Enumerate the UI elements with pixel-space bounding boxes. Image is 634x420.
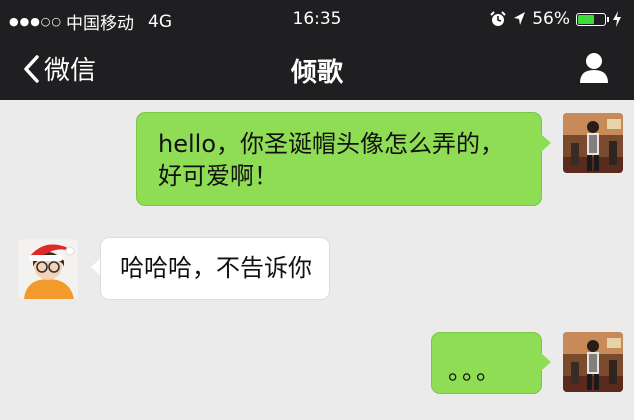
my-avatar[interactable] [563, 332, 623, 392]
message-text-line: 好可爱啊！ [158, 162, 278, 190]
friend-photo-icon [18, 239, 78, 299]
status-right: 56% [490, 9, 622, 29]
message-text: 。。。 [448, 357, 502, 385]
charging-icon [613, 11, 621, 27]
top-bar: ●●●○○ 中国移动 4G 16:35 56% 微信 倾歌 [0, 0, 634, 100]
nav-bar: 微信 倾歌 [0, 38, 634, 100]
bubble-tail [541, 134, 551, 152]
message-text: 哈哈哈，不告诉你 [120, 254, 312, 282]
battery-percent: 56% [532, 9, 570, 29]
chat-title: 倾歌 [290, 58, 343, 88]
message-bubble-out[interactable]: hello，你圣诞帽头像怎么弄的， 好可爱啊！ [136, 112, 542, 206]
battery-fill [578, 14, 594, 24]
friend-avatar[interactable] [18, 239, 78, 299]
person-photo-icon [563, 113, 623, 173]
message-bubble-in[interactable]: 哈哈哈，不告诉你 [100, 237, 330, 300]
alarm-icon [490, 11, 506, 26]
profile-icon[interactable] [578, 50, 610, 84]
message-bubble-out[interactable]: 。。。 [431, 332, 542, 394]
bubble-tail [541, 353, 551, 371]
my-avatar[interactable] [563, 113, 623, 173]
battery-icon [576, 12, 609, 26]
location-arrow-icon [514, 12, 526, 25]
person-photo-icon [563, 332, 623, 392]
message-text-line: hello，你圣诞帽头像怎么弄的， [158, 130, 504, 158]
status-bar: ●●●○○ 中国移动 4G 16:35 56% [0, 0, 634, 38]
